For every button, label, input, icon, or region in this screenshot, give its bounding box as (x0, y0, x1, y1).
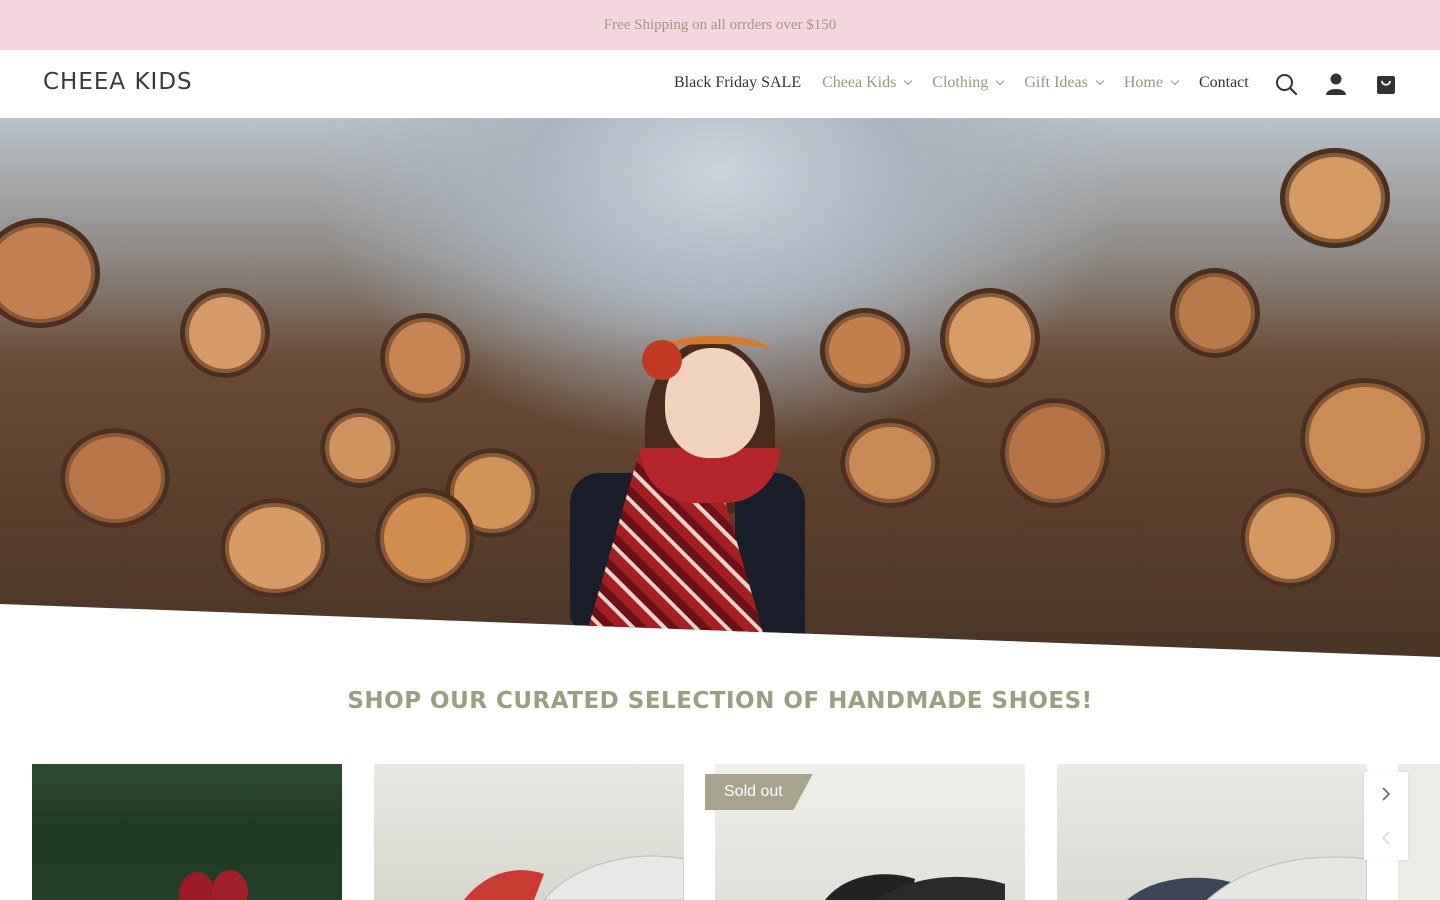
product-carousel: Sold out (32, 764, 1440, 900)
nav-gift-ideas[interactable]: Gift Ideas (1024, 74, 1105, 92)
cart-icon[interactable] (1373, 71, 1399, 97)
nav-black-friday-sale[interactable]: Black Friday SALE (674, 74, 801, 92)
log (1280, 148, 1390, 248)
account-icon[interactable] (1323, 71, 1349, 97)
carousel-next-button[interactable] (1364, 772, 1408, 816)
nav-label: Contact (1198, 74, 1249, 91)
product-card[interactable] (1057, 764, 1367, 900)
nav-home[interactable]: Home (1123, 74, 1180, 92)
chevron-down-icon (996, 76, 1005, 86)
chevron-down-icon (1170, 76, 1180, 86)
badge-label: Sold out (724, 783, 783, 800)
chevron-right-icon (1382, 787, 1391, 801)
nav-label: Gift Ideas (1024, 74, 1088, 91)
log (320, 408, 400, 488)
product-image (179, 870, 248, 900)
nav-cheea-kids[interactable]: Cheea Kids (822, 74, 913, 92)
hero-image (0, 118, 1440, 657)
chevron-down-icon (1095, 76, 1105, 86)
collection-title: SHOP OUR CURATED SELECTION OF HANDMADE S… (347, 688, 1093, 714)
product-image (464, 855, 684, 900)
log (1170, 268, 1260, 358)
nav-contact[interactable]: Contact (1199, 74, 1249, 92)
log (1300, 378, 1430, 498)
log (1000, 398, 1110, 508)
site-header: CHEEA KIDS Black Friday SALE Cheea Kids … (0, 50, 1440, 118)
nav-label: Clothing (932, 74, 989, 91)
nav-label: Cheea Kids (822, 74, 897, 91)
log (820, 308, 910, 393)
main-nav: Black Friday SALE Cheea Kids Clothing Gi… (674, 72, 1270, 94)
product-image (1127, 856, 1367, 900)
nav-label: Home (1123, 74, 1163, 91)
log (375, 488, 475, 588)
site-logo[interactable]: CHEEA KIDS (43, 69, 193, 95)
log (0, 218, 100, 328)
product-card[interactable] (32, 764, 342, 900)
carousel-controls (1364, 772, 1408, 860)
announcement-text: Free Shipping on all orrders over $150 (603, 16, 837, 33)
nav-label: Black Friday SALE (674, 74, 802, 91)
girl-figure (642, 340, 682, 380)
log (940, 288, 1040, 388)
log (60, 428, 170, 528)
carousel-prev-button[interactable] (1364, 816, 1408, 860)
product-card[interactable] (374, 764, 684, 900)
nav-clothing[interactable]: Clothing (932, 74, 1005, 92)
hero-banner (0, 118, 1440, 658)
log (380, 313, 470, 403)
search-icon[interactable] (1273, 71, 1299, 97)
log (180, 288, 270, 378)
chevron-down-icon (904, 76, 913, 86)
announcement-bar: Free Shipping on all orrders over $150 (0, 0, 1440, 50)
chevron-left-icon (1381, 831, 1390, 845)
log (1240, 488, 1340, 588)
log (220, 498, 330, 598)
log (840, 418, 940, 508)
